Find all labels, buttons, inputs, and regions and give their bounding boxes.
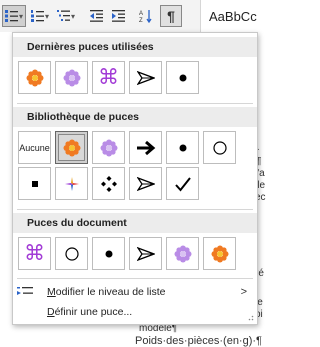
recent-dot-bullet[interactable] — [166, 61, 199, 94]
chevron-right-icon: > — [240, 286, 247, 298]
recent-arrowhead-bullet[interactable] — [129, 61, 162, 94]
show-marks-button[interactable]: ¶ — [160, 5, 182, 27]
bullet-library-dropdown: Dernières puces utilisées ⌘ Bibliothèque… — [12, 32, 258, 325]
purple-flower-bullet-icon — [63, 69, 80, 86]
library-diamond-cluster-bullet[interactable] — [92, 167, 125, 200]
define-new-bullet-menu-item[interactable]: Définir une puce... — [13, 301, 257, 323]
list-level-icon — [13, 286, 37, 298]
style-preview-normal[interactable]: AaBbCc — [200, 0, 263, 32]
recent-bullets-title: Dernières puces utilisées — [27, 41, 154, 53]
document-command-key-bullet[interactable]: ⌘ — [18, 237, 51, 270]
change-list-level-label: Modifier le niveau de liste — [47, 286, 166, 298]
svg-text:Z: Z — [139, 18, 143, 23]
square-bullet-icon — [31, 180, 38, 187]
library-square-bullet[interactable] — [18, 167, 51, 200]
document-arrowhead-bullet[interactable] — [129, 237, 162, 270]
purple-flower-bullet-icon — [174, 245, 191, 262]
recent-orange-flower-bullet[interactable] — [18, 61, 51, 94]
chevron-down-icon: ▾ — [44, 11, 49, 21]
library-orange-flower-bullet[interactable] — [55, 131, 88, 164]
library-arrowhead-bullet[interactable] — [129, 167, 162, 200]
document-orange-flower-bullet[interactable] — [203, 237, 236, 270]
library-bold-arrow-bullet[interactable] — [129, 131, 162, 164]
divider — [17, 103, 253, 104]
arrowhead-bullet-icon — [136, 70, 155, 85]
arrowhead-bullet-icon — [136, 176, 155, 191]
document-dot-bullet[interactable] — [92, 237, 125, 270]
purple-flower-bullet-icon — [100, 139, 117, 156]
recent-command-key-bullet[interactable]: ⌘ — [92, 61, 125, 94]
sort-button[interactable]: A Z — [136, 5, 156, 27]
library-dot-bullet[interactable] — [166, 131, 199, 164]
dot-bullet-icon — [105, 250, 112, 257]
none-bullet-label: Aucune — [19, 142, 50, 153]
increase-indent-button[interactable] — [108, 5, 128, 27]
divider — [17, 278, 253, 279]
change-list-level-menu-item[interactable]: Modifier le niveau de liste > — [13, 281, 257, 303]
document-hollow-circle-bullet[interactable] — [55, 237, 88, 270]
resize-grip-icon[interactable] — [246, 313, 254, 321]
orange-flower-bullet-icon — [26, 69, 43, 86]
define-new-bullet-label: Définir une puce... — [47, 306, 133, 318]
divider — [17, 209, 253, 210]
doc-line-poids: Poids·des·pièces·(en·g)·¶ — [135, 335, 262, 347]
diamond-cluster-bullet-icon — [100, 175, 117, 192]
library-hollow-circle-bullet[interactable] — [203, 131, 236, 164]
document-purple-flower-bullet[interactable] — [166, 237, 199, 270]
decrease-indent-button[interactable] — [86, 5, 106, 27]
library-checkmark-bullet[interactable] — [166, 167, 199, 200]
library-none-bullet[interactable]: Aucune — [18, 131, 51, 164]
library-purple-flower-bullet[interactable] — [92, 131, 125, 164]
numbering-button[interactable]: ▾ — [28, 5, 52, 27]
increase-indent-icon — [111, 10, 125, 22]
multilevel-list-button[interactable]: ▾ — [54, 5, 78, 27]
hollow-circle-bullet-icon — [212, 140, 227, 155]
chevron-down-icon: ▾ — [70, 11, 75, 21]
numbering-icon — [30, 10, 44, 22]
selected-cell-frame — [58, 134, 85, 161]
colored-star-bullet-icon — [64, 176, 79, 191]
ribbon-paragraph-group: ▾ ▾ ▾ A Z ¶ AaBbCc — [0, 0, 263, 32]
checkmark-bullet-icon — [174, 176, 191, 192]
library-colored-star-bullet[interactable] — [55, 167, 88, 200]
orange-flower-bullet-icon — [63, 139, 80, 156]
pilcrow-icon: ¶ — [167, 8, 175, 24]
sort-az-icon: A Z — [139, 10, 152, 23]
svg-text:A: A — [139, 11, 143, 17]
hollow-circle-bullet-icon — [64, 246, 79, 261]
document-bullets-title: Puces du document — [27, 217, 127, 229]
command-key-bullet-icon: ⌘ — [98, 66, 119, 89]
orange-flower-bullet-icon — [211, 245, 228, 262]
bullet-library-title: Bibliothèque de puces — [27, 111, 140, 123]
bold-arrow-bullet-icon — [136, 140, 155, 155]
bullets-icon — [4, 10, 18, 22]
recent-purple-flower-bullet[interactable] — [55, 61, 88, 94]
multilevel-list-icon — [56, 10, 70, 21]
arrowhead-bullet-icon — [136, 246, 155, 261]
bullets-button[interactable]: ▾ — [2, 5, 26, 27]
style-preview-text: AaBbCc — [209, 9, 257, 24]
dot-bullet-icon — [179, 74, 186, 81]
command-key-bullet-icon: ⌘ — [24, 242, 45, 265]
dot-bullet-icon — [179, 144, 186, 151]
decrease-indent-icon — [89, 10, 103, 22]
chevron-down-icon: ▾ — [18, 11, 23, 21]
